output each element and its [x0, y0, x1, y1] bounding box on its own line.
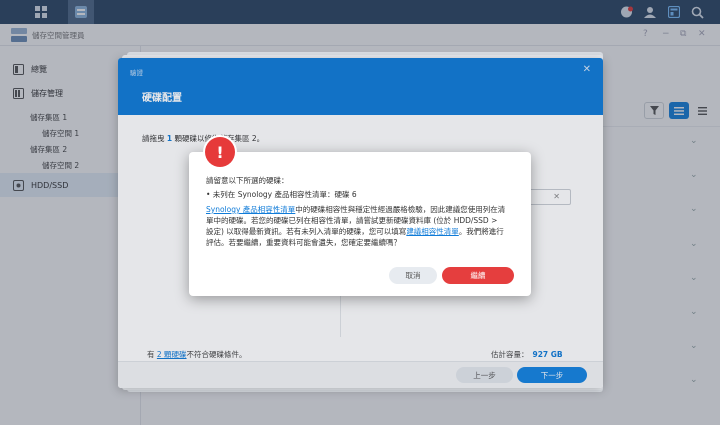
- warning-body-line: 設定) 以取得最新資訊。若有未列入清單的硬碟，您可以填寫建議相容性清單。我們將進…: [206, 226, 504, 237]
- compatibility-list-link[interactable]: Synology 產品相容性清單: [206, 205, 295, 214]
- warning-text: 中的硬碟相容性與穩定性經過嚴格檢驗，因此建議您使用列在清: [295, 205, 506, 214]
- warning-icon: !: [205, 137, 235, 167]
- warning-drive-list: • 未列在 Synology 產品相容性清單：硬碟 6: [206, 190, 357, 199]
- suggest-compatibility-link[interactable]: 建議相容性清單: [406, 227, 459, 236]
- warning-intro: 請留意以下所選的硬碟：: [206, 176, 289, 185]
- continue-button[interactable]: 繼續: [442, 267, 514, 284]
- warning-text: 。我們將進行: [458, 227, 504, 236]
- cancel-button[interactable]: 取消: [389, 267, 437, 284]
- compatibility-warning-dialog: 請留意以下所選的硬碟： • 未列在 Synology 產品相容性清單：硬碟 6 …: [189, 152, 531, 296]
- warning-body-line: 單中的硬碟。若您的硬碟已列在相容性清單，請嘗試更新硬碟資料庫 (位於 HDD/S…: [206, 216, 498, 225]
- warning-text: 設定) 以取得最新資訊。若有未列入清單的硬碟，您可以填寫: [206, 227, 407, 236]
- warning-body-line: 評估。若要繼續，重要資料可能會遺失，您確定要繼續嗎？: [206, 238, 401, 247]
- warning-body-line: Synology 產品相容性清單中的硬碟相容性與穩定性經過嚴格檢驗，因此建議您使…: [206, 204, 505, 215]
